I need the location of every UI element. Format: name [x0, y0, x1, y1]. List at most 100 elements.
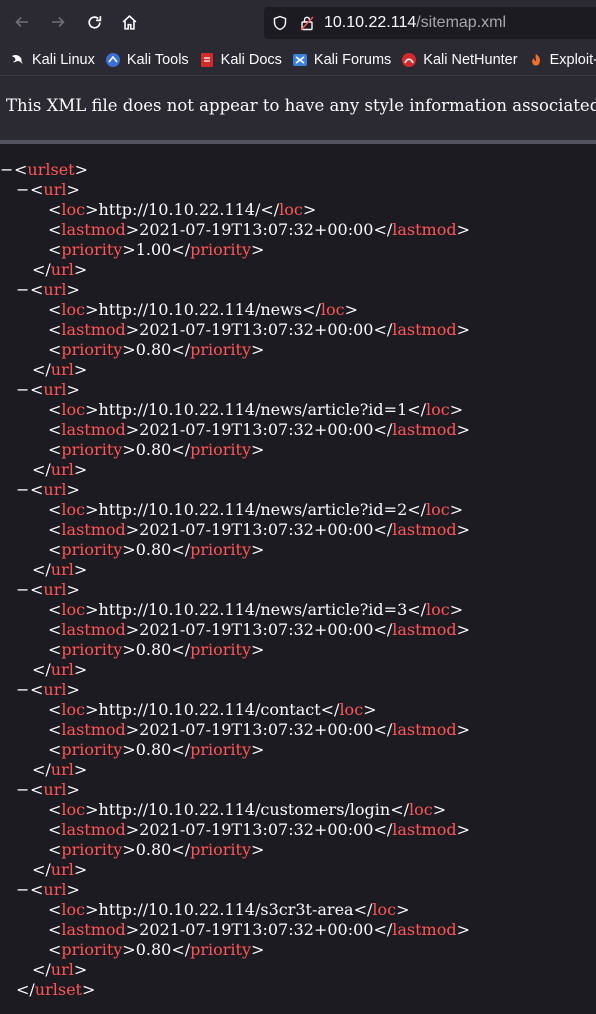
url-path: /sitemap.xml — [416, 14, 507, 31]
xml-priority: <priority>1.00</priority> — [48, 240, 265, 259]
xml-priority: <priority>0.80</priority> — [48, 640, 265, 659]
collapse-toggle[interactable]: − — [16, 380, 30, 400]
xml-tag-name: loc — [426, 600, 450, 619]
xml-url-close: </url> — [32, 460, 88, 479]
xml-tag-name: loc — [61, 500, 86, 519]
xml-tag-name: url — [43, 680, 67, 699]
xml-tag-name: lastmod — [61, 520, 126, 539]
xml-priority-value: 0.80 — [135, 540, 172, 559]
xml-priority-value: 0.80 — [135, 740, 172, 759]
xml-url-open: −<url> — [16, 780, 80, 800]
xml-priority-value: 0.80 — [135, 440, 172, 459]
xml-url-open: −<url> — [16, 280, 80, 300]
kali-nethunter-icon — [402, 53, 417, 67]
xml-root-open: −<urlset> — [0, 160, 88, 180]
collapse-toggle[interactable]: − — [0, 160, 14, 180]
xml-loc-value: http://10.10.22.114/news — [98, 300, 303, 319]
bookmark-label: Kali Docs — [220, 52, 282, 68]
xml-loc: <loc>http://10.10.22.114/</loc> — [48, 200, 317, 219]
xml-url-close: </url> — [32, 260, 88, 279]
xml-tag-name: lastmod — [392, 820, 457, 839]
xml-tag-name: loc — [61, 800, 86, 819]
xml-url-close: </url> — [32, 660, 88, 679]
xml-tag-name: url — [50, 360, 74, 379]
bookmark-kali-nethunter[interactable]: Kali NetHunter — [401, 52, 518, 68]
xml-tag-name: url — [50, 260, 74, 279]
xml-url-open: −<url> — [16, 480, 80, 500]
xml-lastmod: <lastmod>2021-07-19T13:07:32+00:00</last… — [48, 520, 470, 539]
xml-lastmod: <lastmod>2021-07-19T13:07:32+00:00</last… — [48, 420, 470, 439]
bookmark-label: Kali NetHunter — [423, 52, 518, 68]
xml-url-close: </url> — [32, 360, 88, 379]
collapse-toggle[interactable]: − — [16, 780, 30, 800]
page-info-lock-icon[interactable] — [300, 15, 314, 31]
collapse-toggle[interactable]: − — [16, 280, 30, 300]
xml-lastmod-value: 2021-07-19T13:07:32+00:00 — [139, 520, 374, 539]
xml-tag-name: url — [43, 180, 67, 199]
xml-tag-name: loc — [279, 200, 303, 219]
reload-button[interactable] — [82, 10, 106, 34]
kali-dragon-icon — [12, 54, 23, 64]
xml-url-open: −<url> — [16, 580, 80, 600]
xml-tag-name: priority — [61, 740, 123, 759]
back-button[interactable] — [10, 10, 34, 34]
collapse-toggle[interactable]: − — [16, 880, 30, 900]
xml-tag-name: url — [50, 960, 74, 979]
url-text[interactable]: 10.10.22.114/sitemap.xml — [324, 14, 506, 32]
xml-style-notice: This XML file does not appear to have an… — [0, 76, 596, 144]
collapse-toggle[interactable]: − — [16, 580, 30, 600]
xml-tag-name: lastmod — [61, 320, 126, 339]
bookmark-kali-forums[interactable]: Kali Forums — [292, 52, 391, 68]
xml-tag-name: lastmod — [61, 720, 126, 739]
bookmark-label: Kali Forums — [313, 52, 392, 68]
xml-tag-name: priority — [190, 740, 251, 759]
xml-tag-name: url — [50, 560, 74, 579]
xml-loc: <loc>http://10.10.22.114/contact</loc> — [48, 700, 377, 719]
xml-loc: <loc>http://10.10.22.114/customers/login… — [48, 800, 447, 819]
xml-tag-name: url — [43, 880, 67, 899]
collapse-toggle[interactable]: − — [16, 680, 30, 700]
bookmark-label: Kali Tools — [126, 52, 189, 68]
kali-docs-icon — [200, 53, 213, 67]
xml-tag-name: loc — [61, 600, 86, 619]
xml-lastmod-value: 2021-07-19T13:07:32+00:00 — [139, 420, 374, 439]
xml-lastmod: <lastmod>2021-07-19T13:07:32+00:00</last… — [48, 720, 470, 739]
tracking-shield-icon[interactable] — [272, 15, 288, 31]
xml-priority-value: 0.80 — [135, 340, 172, 359]
browser-toolbar: 10.10.22.114/sitemap.xml — [0, 0, 596, 45]
xml-tag-name: lastmod — [392, 320, 457, 339]
xml-lastmod: <lastmod>2021-07-19T13:07:32+00:00</last… — [48, 820, 470, 839]
xml-style-notice-text: This XML file does not appear to have an… — [6, 96, 596, 115]
back-arrow-icon — [15, 16, 28, 28]
bookmark-kali-docs[interactable]: Kali Docs — [199, 52, 282, 68]
xml-url-open: −<url> — [16, 680, 80, 700]
xml-loc-value: http://10.10.22.114/contact — [98, 700, 321, 719]
bookmark-label: Kali Linux — [32, 52, 95, 68]
bookmark-kali-linux[interactable]: Kali Linux — [10, 52, 95, 68]
home-button[interactable] — [117, 10, 141, 34]
address-bar[interactable]: 10.10.22.114/sitemap.xml — [264, 7, 596, 39]
xml-priority: <priority>0.80</priority> — [48, 340, 265, 359]
xml-tag-name: loc — [61, 700, 86, 719]
xml-tag-name: priority — [61, 940, 123, 959]
xml-loc: <loc>http://10.10.22.114/news/article?id… — [48, 500, 464, 519]
xml-priority: <priority>0.80</priority> — [48, 740, 265, 759]
xml-tag-name: loc — [61, 900, 86, 919]
xml-priority: <priority>0.80</priority> — [48, 440, 265, 459]
bookmark-kali-tools[interactable]: Kali Tools — [105, 52, 189, 68]
xml-loc-value: http://10.10.22.114/s3cr3t-area — [98, 900, 354, 919]
xml-priority-value: 1.00 — [135, 240, 172, 259]
xml-tag-name: priority — [61, 440, 123, 459]
xml-loc-value: http://10.10.22.114/news/article?id=1 — [98, 400, 408, 419]
url-host: 10.10.22.114 — [324, 14, 417, 31]
xml-tag-name: url — [50, 860, 74, 879]
xml-tag-name: loc — [426, 400, 450, 419]
xml-url-open: −<url> — [16, 880, 80, 900]
forward-button[interactable] — [46, 10, 70, 34]
xml-tag-name: lastmod — [392, 920, 457, 939]
bookmark-exploit-db[interactable]: Exploit- — [528, 52, 596, 68]
xml-tag-name: priority — [190, 840, 251, 859]
collapse-toggle[interactable]: − — [16, 480, 30, 500]
collapse-toggle[interactable]: − — [16, 180, 30, 200]
kali-tools-icon — [105, 53, 120, 67]
